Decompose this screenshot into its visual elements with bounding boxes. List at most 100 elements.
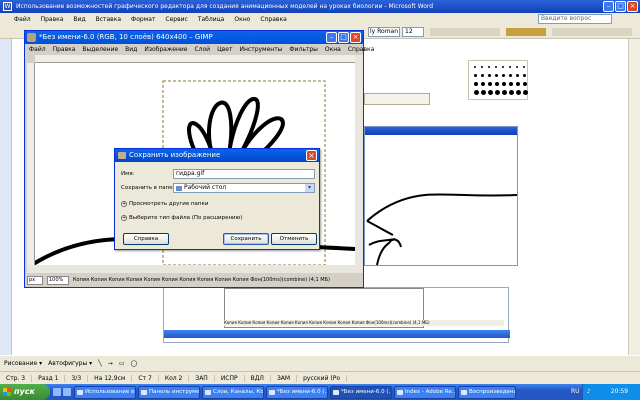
gimp-menu-help[interactable]: Справка — [348, 46, 374, 53]
format-buttons[interactable] — [430, 28, 500, 36]
status-ovr[interactable]: ЗАМ — [271, 374, 298, 382]
browse-folders-expander[interactable]: + Просмотреть другие папки — [121, 201, 208, 207]
task-gimp-layers[interactable]: Слои, Каналы, Ко... — [202, 385, 264, 399]
gimp-menu-windows[interactable]: Окна — [325, 46, 341, 53]
gimp-menu-view[interactable]: Вид — [125, 46, 137, 53]
vertical-scrollbar[interactable] — [628, 39, 640, 355]
dialog-close-button[interactable]: × — [306, 150, 317, 161]
palette-dot[interactable] — [502, 90, 507, 95]
palette-dot[interactable] — [516, 66, 518, 68]
gimp-horizontal-ruler[interactable] — [35, 55, 355, 63]
font-size-select[interactable]: 12 — [402, 27, 424, 37]
palette-dot[interactable] — [509, 66, 511, 68]
menu-table[interactable]: Таблица — [198, 16, 225, 23]
zoom-select[interactable]: 100% — [47, 275, 69, 285]
task-adobe-reader[interactable]: Index - Adobe Re... — [394, 385, 456, 399]
status-ext[interactable]: ВДЛ — [245, 374, 271, 382]
gimp-menu-tools[interactable]: Инструменты — [239, 46, 282, 53]
save-button[interactable]: Сохранить — [223, 233, 269, 245]
palette-dot[interactable] — [488, 82, 492, 86]
palette-dot[interactable] — [488, 90, 493, 95]
palette-dot[interactable] — [488, 66, 490, 68]
unit-select[interactable]: px — [27, 275, 43, 285]
palette-dot[interactable] — [495, 90, 500, 95]
palette-dot[interactable] — [509, 82, 513, 86]
menu-help[interactable]: Справка — [260, 16, 286, 23]
palette-dot[interactable] — [474, 82, 478, 86]
task-gimp-toolbox[interactable]: Панель инструме... — [138, 385, 200, 399]
gimp-minimize-button[interactable]: – — [326, 32, 337, 43]
palette-dot[interactable] — [516, 82, 520, 86]
task-word[interactable]: Использование в... — [74, 385, 136, 399]
palette-dot[interactable] — [495, 82, 499, 86]
menu-format[interactable]: Формат — [131, 16, 155, 23]
gimp-maximize-button[interactable]: □ — [338, 32, 349, 43]
gimp-menu-colors[interactable]: Цвет — [217, 46, 232, 53]
palette-dot[interactable] — [495, 74, 498, 77]
file-type-expander[interactable]: + Выберите тип файла (По расширению) — [121, 215, 242, 221]
save-image-dialog[interactable]: Сохранить изображение × Имя: гидра.gif С… — [114, 148, 320, 250]
palette-dot[interactable] — [474, 66, 476, 68]
task-gimp-image-1[interactable]: *Без имени-6.0 (... — [266, 385, 328, 399]
task-media-player[interactable]: Воспроизведени... — [458, 385, 516, 399]
draw-menu[interactable]: Рисование ▾ — [4, 360, 42, 367]
rectangle-tool-icon[interactable]: ▭ — [119, 360, 125, 367]
font-name-select[interactable]: ly Roman — [368, 27, 400, 37]
menu-insert[interactable]: Вставка — [96, 16, 121, 23]
gimp-horizontal-scrollbar[interactable] — [27, 265, 363, 273]
help-search-input[interactable]: Введите вопрос — [538, 14, 612, 24]
palette-dot[interactable] — [516, 90, 521, 95]
gimp-menu-layer[interactable]: Слой — [194, 46, 210, 53]
palette-dot[interactable] — [502, 66, 504, 68]
palette-dot[interactable] — [516, 74, 519, 77]
menu-view[interactable]: Вид — [73, 16, 85, 23]
palette-dot[interactable] — [523, 90, 528, 95]
minimize-button[interactable]: – — [603, 1, 614, 12]
palette-dot[interactable] — [474, 90, 479, 95]
gimp-vertical-ruler[interactable] — [27, 63, 35, 265]
palette-dot[interactable] — [481, 90, 486, 95]
gimp-menu-file[interactable]: Файл — [29, 46, 46, 53]
gimp-title-bar[interactable]: *Без имени-6.0 (RGB, 10 слоёв) 640x400 –… — [25, 31, 363, 44]
arrow-tool-icon[interactable]: → — [108, 360, 113, 367]
filename-input[interactable]: гидра.gif — [173, 169, 315, 179]
palette-dot[interactable] — [488, 74, 491, 77]
task-gimp-image-2[interactable]: *Без имени-6.0 (... — [330, 385, 392, 399]
start-button[interactable]: пуск — [0, 384, 50, 400]
quicklaunch-icon[interactable] — [53, 388, 61, 396]
palette-dot[interactable] — [523, 74, 526, 77]
menu-window[interactable]: Окно — [234, 16, 250, 23]
line-tool-icon[interactable]: ╲ — [98, 360, 102, 367]
palette-dot[interactable] — [481, 66, 483, 68]
cancel-button[interactable]: Отменить — [271, 233, 317, 245]
palette-dot[interactable] — [502, 82, 506, 86]
gimp-menu-edit[interactable]: Правка — [53, 46, 76, 53]
gimp-close-button[interactable]: × — [350, 32, 361, 43]
menu-file[interactable]: Файл — [14, 16, 31, 23]
gimp-menu-filters[interactable]: Фильтры — [289, 46, 317, 53]
menu-tools[interactable]: Сервис — [165, 16, 187, 23]
palette-dot[interactable] — [509, 74, 512, 77]
palette-dot[interactable] — [523, 82, 527, 86]
help-button[interactable]: Справка — [123, 233, 169, 245]
status-rec[interactable]: ЗАП — [189, 374, 215, 382]
highlight-buttons[interactable] — [506, 28, 546, 36]
language-indicator[interactable]: RU — [571, 384, 580, 400]
autoshapes-menu[interactable]: Автофигуры ▾ — [48, 360, 92, 367]
palette-dot[interactable] — [481, 82, 485, 86]
more-format-buttons[interactable] — [552, 28, 632, 36]
oval-tool-icon[interactable]: ◯ — [130, 360, 137, 367]
quicklaunch-icon[interactable] — [63, 388, 71, 396]
status-track[interactable]: ИСПР — [215, 374, 245, 382]
palette-dot[interactable] — [481, 74, 484, 77]
palette-dot[interactable] — [495, 66, 497, 68]
dialog-title-bar[interactable]: Сохранить изображение × — [115, 149, 319, 162]
palette-dot[interactable] — [523, 66, 525, 68]
palette-dot[interactable] — [502, 74, 505, 77]
gimp-menu-select[interactable]: Выделение — [82, 46, 118, 53]
word-title-bar[interactable]: W Использование возможностей графическог… — [0, 0, 640, 13]
close-button[interactable]: × — [627, 1, 638, 12]
maximize-button[interactable]: □ — [615, 1, 626, 12]
speaker-icon[interactable]: ♪ — [587, 388, 591, 395]
gimp-vertical-scrollbar[interactable] — [355, 55, 363, 265]
